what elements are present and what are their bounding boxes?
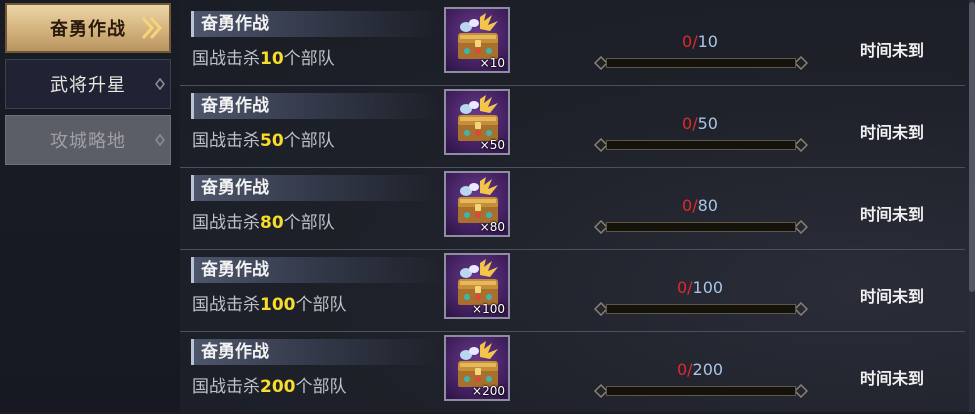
tab-label: 武将升星: [50, 75, 126, 96]
progress-text: 0/100: [676, 278, 724, 297]
progress-text: 0/50: [682, 114, 718, 133]
task-row: 奋勇作战 国战击杀200个部队 ×200 0/200 时间未到: [180, 332, 965, 414]
progress-bar: [594, 54, 808, 72]
sidebar: 奋勇作战 武将升星 攻城略地: [0, 0, 180, 412]
task-title: 奋勇作战: [191, 11, 441, 37]
task-row: 奋勇作战 国战击杀80个部队 ×80 0/80 时间未到: [180, 168, 965, 250]
progress-text: 0/80: [682, 196, 718, 215]
progress-bar: [594, 218, 808, 236]
tab-label: 攻城略地: [50, 131, 126, 152]
reward-count: ×10: [479, 56, 505, 70]
chevron-diamond-icon: [155, 77, 165, 91]
status-text: 时间未到: [860, 369, 925, 388]
task-description: 国战击杀100个部队: [192, 295, 347, 315]
double-chevron-icon: [141, 16, 163, 40]
task-description: 国战击杀50个部队: [192, 131, 335, 151]
scrollbar-thumb[interactable]: [969, 2, 975, 292]
status-text: 时间未到: [860, 41, 925, 60]
progress-bar: [594, 382, 808, 400]
reward-count: ×100: [472, 302, 505, 316]
progress-bar: [594, 300, 808, 318]
chevron-diamond-icon: [155, 133, 165, 147]
reward-count: ×50: [479, 138, 505, 152]
progress-text: 0/200: [676, 360, 724, 379]
task-title: 奋勇作战: [191, 175, 441, 201]
tab-fenyong-zuozhan[interactable]: 奋勇作战: [5, 3, 171, 53]
task-description: 国战击杀200个部队: [192, 377, 347, 397]
reward-item[interactable]: ×50: [444, 89, 510, 155]
progress-text: 0/10: [682, 32, 718, 51]
task-description: 国战击杀80个部队: [192, 213, 335, 233]
reward-count: ×200: [472, 384, 505, 398]
status-text: 时间未到: [860, 123, 925, 142]
progress-bar: [594, 136, 808, 154]
reward-item[interactable]: ×100: [444, 253, 510, 319]
tab-label: 奋勇作战: [50, 19, 126, 40]
task-row: 奋勇作战 国战击杀10个部队 ×10 0/10 时间未到: [180, 4, 965, 86]
task-title: 奋勇作战: [191, 257, 441, 283]
reward-count: ×80: [479, 220, 505, 234]
status-text: 时间未到: [860, 287, 925, 306]
tab-wujiang-shengxing[interactable]: 武将升星: [5, 59, 171, 109]
task-title: 奋勇作战: [191, 93, 441, 119]
task-row: 奋勇作战 国战击杀50个部队 ×50 0/50 时间未到: [180, 86, 965, 168]
task-title: 奋勇作战: [191, 339, 441, 365]
task-description: 国战击杀10个部队: [192, 49, 335, 69]
scrollbar[interactable]: [969, 0, 975, 412]
tab-gongcheng-luedi[interactable]: 攻城略地: [5, 115, 171, 165]
reward-item[interactable]: ×200: [444, 335, 510, 401]
reward-item[interactable]: ×10: [444, 7, 510, 73]
reward-item[interactable]: ×80: [444, 171, 510, 237]
task-row: 奋勇作战 国战击杀100个部队 ×100 0/100 时间未到: [180, 250, 965, 332]
status-text: 时间未到: [860, 205, 925, 224]
